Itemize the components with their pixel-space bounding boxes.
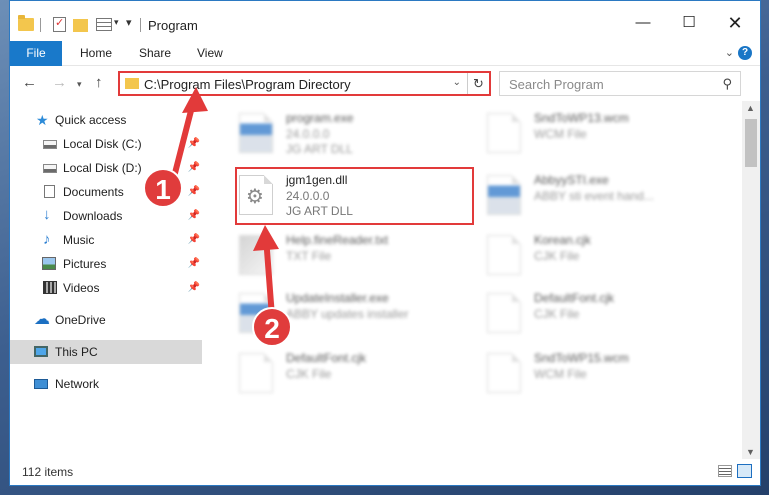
arrowhead (253, 225, 279, 251)
annotation-arrows (171, 87, 279, 320)
explorer-window: ▾ ▾ Program — ☐ ✕ File Home Share View ⌄… (9, 0, 761, 486)
callout-badge: 1 (143, 168, 183, 208)
callout-badge: 2 (252, 307, 292, 347)
arrowhead (182, 87, 208, 113)
